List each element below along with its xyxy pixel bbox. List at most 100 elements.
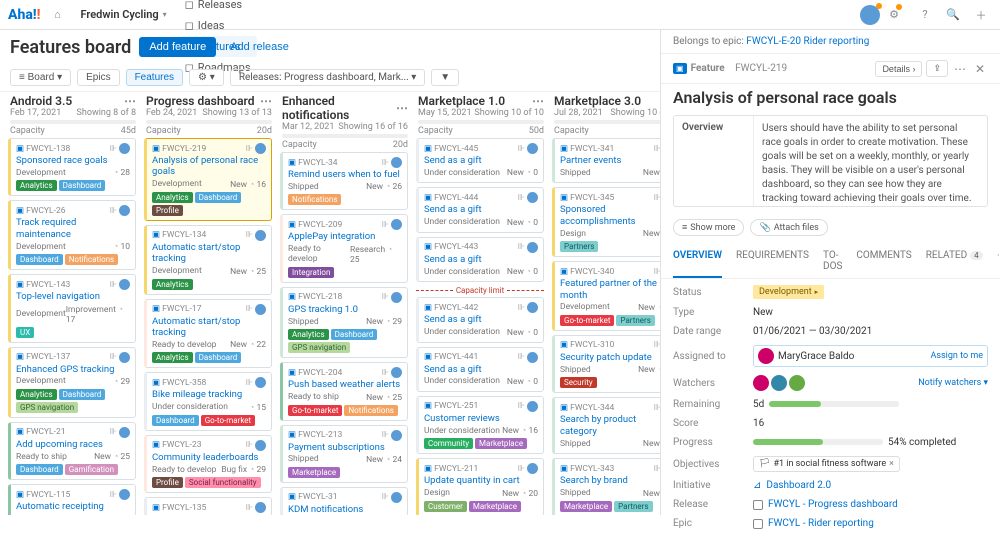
- feature-card[interactable]: ▣ FWCYL-445⊪Send as a giftUnder consider…: [416, 138, 544, 183]
- remove-objective-icon[interactable]: ×: [889, 459, 894, 469]
- column-menu-icon[interactable]: ⋯: [396, 101, 408, 115]
- date-value[interactable]: 01/06/2021 — 03/30/2021: [753, 326, 988, 337]
- tag[interactable]: Marketplace: [475, 438, 527, 449]
- filter-button[interactable]: ▼: [431, 69, 459, 86]
- feature-card[interactable]: ▣ FWCYL-213⊪Payment subscriptionsShipped…: [280, 425, 408, 483]
- feature-card[interactable]: ▣ FWCYL-23⊪Community leaderboardsReady t…: [144, 435, 272, 493]
- tag[interactable]: Notifications: [344, 405, 397, 416]
- card-title[interactable]: Update quantity in cart: [424, 475, 538, 486]
- column-menu-icon[interactable]: ⋯: [260, 94, 272, 108]
- close-icon[interactable]: ✕: [972, 61, 988, 77]
- feature-card[interactable]: ▣ FWCYL-143⊪Top-level navigationDevelopm…: [8, 274, 136, 342]
- release-link[interactable]: FWCYL - Progress dashboard: [753, 499, 988, 510]
- card-title[interactable]: Search by brand: [560, 475, 660, 486]
- feature-card[interactable]: ▣ FWCYL-204⊪Push based weather alertsRea…: [280, 362, 408, 420]
- card-title[interactable]: Payment subscriptions: [288, 442, 402, 453]
- notify-watchers[interactable]: Notify watchers ▾: [918, 378, 988, 388]
- feature-card[interactable]: ▣ FWCYL-310⊪Security patch updateShipped…: [552, 335, 660, 393]
- feature-card[interactable]: ▣ FWCYL-442⊪Send as a giftUnder consider…: [416, 297, 544, 342]
- capacity-bar[interactable]: [554, 120, 660, 124]
- watcher-avatars[interactable]: [753, 375, 805, 391]
- workspace-switcher[interactable]: Fredwin Cycling▾: [74, 4, 172, 25]
- tag[interactable]: Security: [560, 377, 597, 388]
- assign-to-me[interactable]: Assign to me: [931, 351, 984, 361]
- card-title[interactable]: Analysis of personal race goals: [152, 155, 266, 178]
- tag[interactable]: Dashboard: [152, 415, 199, 426]
- feature-card[interactable]: ▣ FWCYL-31⊪KDM notificationsDefineNew ◔ …: [280, 487, 408, 515]
- tag[interactable]: Analytics: [16, 389, 57, 400]
- capacity-bar[interactable]: [10, 120, 136, 124]
- card-title[interactable]: Search by product category: [560, 414, 660, 437]
- card-title[interactable]: Push based weather alerts: [288, 379, 402, 390]
- card-title[interactable]: Send as a gift: [424, 254, 538, 265]
- record-title[interactable]: Analysis of personal race goals: [661, 84, 1000, 115]
- column-title[interactable]: Enhanced notifications: [282, 94, 396, 122]
- tab-overview[interactable]: OVERVIEW: [673, 244, 722, 278]
- tag[interactable]: Gamification: [65, 464, 118, 475]
- logo[interactable]: Aha!!: [8, 7, 40, 23]
- epic-link[interactable]: FWCYL - Rider reporting: [753, 518, 988, 529]
- details-button[interactable]: Details ›: [875, 61, 922, 77]
- card-title[interactable]: Send as a gift: [424, 155, 538, 166]
- card-title[interactable]: Add upcoming races: [16, 439, 130, 450]
- card-title[interactable]: Security patch update: [560, 352, 660, 363]
- help-icon[interactable]: ?: [914, 4, 936, 26]
- tag[interactable]: Analytics: [152, 192, 193, 203]
- capacity-bar[interactable]: [282, 134, 408, 138]
- card-title[interactable]: Sponsored race goals: [16, 155, 130, 166]
- tag[interactable]: Customer: [424, 501, 467, 512]
- tag[interactable]: Partners: [616, 315, 654, 326]
- tag[interactable]: Dashboard: [331, 329, 378, 340]
- releases-filter[interactable]: Releases: Progress dashboard, Mark... ▾: [230, 69, 425, 86]
- card-title[interactable]: Send as a gift: [424, 364, 538, 375]
- score-value[interactable]: 16: [753, 418, 988, 429]
- tag[interactable]: Analytics: [152, 279, 193, 290]
- initiative-link[interactable]: ⊿Dashboard 2.0: [753, 480, 988, 491]
- epic-link[interactable]: FWCYL-E-20 Rider reporting: [746, 36, 869, 47]
- tag[interactable]: Integration: [288, 267, 334, 278]
- feature-card[interactable]: ▣ FWCYL-138⊪Sponsored race goalsDevelopm…: [8, 138, 136, 196]
- feature-card[interactable]: ▣ FWCYL-341⊪Partner eventsShippedNew ◔ 0: [552, 138, 660, 183]
- overview-text[interactable]: Users should have the ability to set per…: [754, 116, 987, 206]
- feature-card[interactable]: ▣ FWCYL-219⊪Analysis of personal race go…: [144, 138, 272, 221]
- gear-icon[interactable]: ⚙: [886, 4, 908, 26]
- column-menu-icon[interactable]: ⋯: [532, 94, 544, 108]
- tab-related[interactable]: RELATED4: [926, 244, 983, 278]
- progress-value[interactable]: 54% completed: [753, 437, 988, 448]
- feature-card[interactable]: ▣ FWCYL-443⊪Send as a giftUnder consider…: [416, 237, 544, 282]
- tag[interactable]: Dashboard: [16, 464, 63, 475]
- show-more-chip[interactable]: ≡ Show more: [673, 219, 744, 236]
- home-icon[interactable]: ⌂: [46, 4, 68, 26]
- tag[interactable]: Dashboard: [16, 254, 63, 265]
- feature-card[interactable]: ▣ FWCYL-340⊪Featured partner of the mont…: [552, 261, 660, 331]
- card-title[interactable]: Automatic start/stop tracking: [152, 242, 266, 265]
- add-feature-button[interactable]: Add feature: [139, 37, 216, 57]
- card-title[interactable]: KDM notifications: [288, 504, 402, 515]
- search-icon[interactable]: 🔍: [942, 4, 964, 26]
- tag[interactable]: Go-to-market: [560, 315, 614, 326]
- feature-card[interactable]: ▣ FWCYL-344⊪Search by product categorySh…: [552, 397, 660, 454]
- tag[interactable]: Community: [424, 438, 473, 449]
- current-user-avatar[interactable]: [860, 5, 880, 25]
- card-title[interactable]: Automatic receipting: [16, 501, 130, 512]
- capacity-bar[interactable]: [418, 120, 544, 124]
- card-title[interactable]: Bike mileage tracking: [152, 389, 266, 400]
- tag[interactable]: Marketplace: [288, 467, 340, 478]
- add-release-button[interactable]: Add release: [224, 40, 295, 54]
- attach-files-chip[interactable]: 📎 Attach files: [750, 219, 827, 236]
- capacity-bar[interactable]: [146, 120, 272, 124]
- tag[interactable]: Dashboard: [195, 192, 242, 203]
- card-title[interactable]: GPS tracking 1.0: [288, 304, 402, 315]
- feature-card[interactable]: ▣ FWCYL-134⊪Automatic start/stop trackin…: [144, 225, 272, 295]
- view-board-button[interactable]: ≡ Board ▾: [10, 69, 71, 86]
- feature-card[interactable]: ▣ FWCYL-251⊪Customer reviewsUnder consid…: [416, 396, 544, 454]
- tag[interactable]: Social functionality: [185, 477, 261, 488]
- share-button[interactable]: ⇪: [926, 60, 948, 77]
- tag[interactable]: Dashboard: [195, 352, 242, 363]
- column-title[interactable]: Progress dashboard: [146, 94, 254, 108]
- card-title[interactable]: Partner events: [560, 155, 660, 166]
- feature-card[interactable]: ▣ FWCYL-209⊪ApplePay integrationReady to…: [280, 214, 408, 282]
- add-icon[interactable]: ＋: [970, 4, 992, 26]
- card-title[interactable]: Customer reviews: [424, 413, 538, 424]
- tag[interactable]: Analytics: [152, 352, 193, 363]
